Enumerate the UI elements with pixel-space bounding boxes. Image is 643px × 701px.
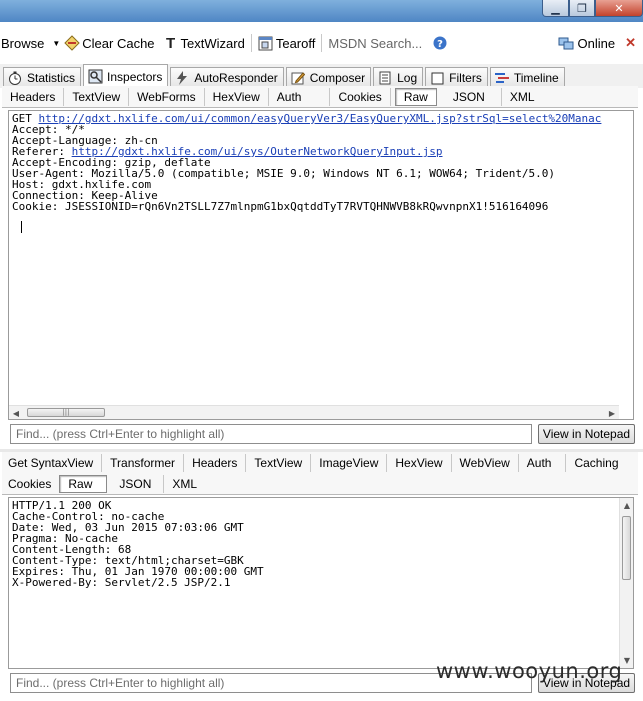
tearoff-icon	[258, 35, 274, 51]
dropdown-arrow-icon[interactable]: ▼	[52, 39, 60, 48]
response-raw-pane[interactable]: HTTP/1.1 200 OK Cache-Control: no-cache …	[8, 497, 634, 669]
response-tab-cookies[interactable]: Cookies	[2, 475, 59, 493]
request-tab-textview[interactable]: TextView	[64, 87, 130, 106]
watermark: www.wooyun.org	[436, 659, 623, 683]
tab-label: Filters	[449, 71, 482, 85]
tearoff-label: Tearoff	[275, 35, 316, 51]
toolbar: Browse ▼ Clear Cache T TextWizard Tearof…	[0, 22, 643, 64]
main-tab-strip: Statistics Inspectors AutoResponder Comp…	[0, 64, 643, 88]
online-label: Online	[577, 35, 616, 51]
vertical-scrollbar[interactable]: ▲ ▼	[619, 498, 633, 668]
text-caret	[21, 221, 22, 233]
stopwatch-icon	[7, 70, 23, 86]
vertical-scroll-thumb[interactable]	[622, 516, 631, 580]
restore-button[interactable]: ❐	[569, 0, 595, 17]
toolbar-divider	[250, 34, 252, 52]
close-icon: ✕	[625, 35, 636, 50]
tab-timeline[interactable]: Timeline	[489, 67, 565, 88]
response-tab-json[interactable]: JSON	[107, 474, 165, 493]
request-tab-cookies[interactable]: Cookies	[330, 87, 391, 106]
textwizard-icon: T	[165, 34, 176, 52]
tab-label: Log	[397, 71, 418, 85]
clear-cache-label: Clear Cache	[82, 35, 155, 51]
response-tab-get-syntaxview[interactable]: Get SyntaxView	[2, 454, 103, 472]
window-close-button[interactable]: ✕	[595, 0, 643, 17]
tab-inspectors[interactable]: Inspectors	[83, 64, 169, 88]
request-find-input[interactable]: Find... (press Ctrl+Enter to highlight a…	[10, 424, 532, 444]
response-view-tabs-row2: Cookies Raw JSON XML	[2, 473, 638, 495]
tab-label: Statistics	[27, 71, 76, 85]
msdn-search-input[interactable]: MSDN Search...	[328, 36, 422, 51]
browse-label: Browse	[1, 35, 45, 51]
inspectors-icon	[87, 69, 103, 85]
request-tab-webforms[interactable]: WebForms	[129, 87, 205, 106]
response-tab-imageview[interactable]: ImageView	[311, 454, 388, 472]
response-raw-text: HTTP/1.1 200 OK Cache-Control: no-cache …	[12, 500, 619, 588]
scroll-left-arrow-icon[interactable]: ◀	[9, 409, 23, 418]
help-icon: ?	[432, 35, 448, 51]
request-raw-text: GET http://gdxt.hxlife.com/ui/common/eas…	[12, 113, 619, 212]
scroll-right-arrow-icon[interactable]: ▶	[605, 409, 619, 418]
tab-label: Inspectors	[107, 69, 163, 84]
online-button[interactable]: Online	[558, 35, 616, 51]
request-url-link[interactable]: http://gdxt.hxlife.com/ui/common/easyQue…	[39, 113, 602, 125]
horizontal-scroll-thumb[interactable]: |||	[27, 408, 105, 417]
response-view-tabs-row1: Get SyntaxView Transformer Headers TextV…	[2, 452, 638, 474]
network-icon	[558, 35, 574, 51]
request-tab-auth[interactable]: Auth	[269, 87, 331, 106]
request-tab-hexview[interactable]: HexView	[205, 87, 269, 106]
clear-cache-icon	[64, 35, 80, 51]
tab-label: Timeline	[513, 71, 559, 85]
request-tab-json[interactable]: JSON	[437, 87, 502, 106]
request-find-bar: Find... (press Ctrl+Enter to highlight a…	[8, 424, 635, 446]
response-tab-auth[interactable]: Auth	[519, 454, 567, 472]
tab-autoresponder[interactable]: AutoResponder	[170, 67, 284, 88]
textwizard-label: TextWizard	[180, 35, 245, 51]
timeline-icon	[494, 70, 510, 86]
request-raw-pane[interactable]: GET http://gdxt.hxlife.com/ui/common/eas…	[8, 110, 634, 420]
help-button[interactable]: ?	[432, 35, 450, 51]
clear-cache-button[interactable]: Clear Cache	[64, 35, 155, 51]
tab-statistics[interactable]: Statistics	[3, 67, 82, 88]
header-line: Cookie: JSESSIONID=rQn6Vn2TSLL7Z7mlnpmG1…	[12, 200, 549, 212]
minimize-button[interactable]: ▁	[542, 0, 569, 17]
response-tab-webview[interactable]: WebView	[452, 454, 519, 472]
tab-composer[interactable]: Composer	[285, 67, 372, 88]
tab-log[interactable]: Log	[373, 67, 424, 88]
toolbar-divider	[321, 34, 323, 52]
textwizard-button[interactable]: T TextWizard	[163, 34, 245, 52]
horizontal-scrollbar[interactable]: ◀ ||| ▶	[9, 405, 619, 419]
msdn-search-placeholder: MSDN Search...	[328, 35, 423, 51]
response-tab-caching[interactable]: Caching	[566, 454, 626, 472]
response-tab-xml[interactable]: XML	[164, 475, 205, 493]
response-tab-transformer[interactable]: Transformer	[102, 454, 185, 472]
response-tab-textview[interactable]: TextView	[246, 454, 312, 472]
tearoff-button[interactable]: Tearoff	[258, 35, 316, 51]
response-tab-hexview[interactable]: HexView	[387, 454, 452, 472]
scroll-up-arrow-icon[interactable]: ▲	[620, 501, 633, 510]
lightning-icon	[174, 70, 190, 86]
log-icon	[377, 70, 393, 86]
request-tab-xml[interactable]: XML	[502, 88, 543, 106]
request-view-in-notepad-button[interactable]: View in Notepad	[538, 424, 635, 444]
request-view-tabs: Headers TextView WebForms HexView Auth C…	[2, 86, 638, 108]
tab-filters[interactable]: Filters	[425, 67, 488, 88]
tab-label: Composer	[309, 71, 366, 85]
close-toolbar-button[interactable]: ✕	[625, 35, 636, 51]
response-tab-headers[interactable]: Headers	[184, 454, 247, 472]
pencil-icon	[290, 70, 306, 86]
request-tab-headers[interactable]: Headers	[2, 87, 65, 106]
window-controls: ▁ ❐ ✕	[542, 0, 643, 17]
request-tab-raw[interactable]: Raw	[394, 87, 437, 106]
response-tab-raw[interactable]: Raw	[59, 474, 108, 493]
checkbox-icon	[429, 70, 445, 86]
title-bar: ▁ ❐ ✕	[0, 0, 643, 22]
svg-text:?: ?	[437, 39, 443, 50]
browse-button[interactable]: Browse ▼	[1, 36, 60, 51]
tab-label: AutoResponder	[194, 71, 278, 85]
response-line: X-Powered-By: Servlet/2.5 JSP/2.1	[12, 576, 231, 588]
